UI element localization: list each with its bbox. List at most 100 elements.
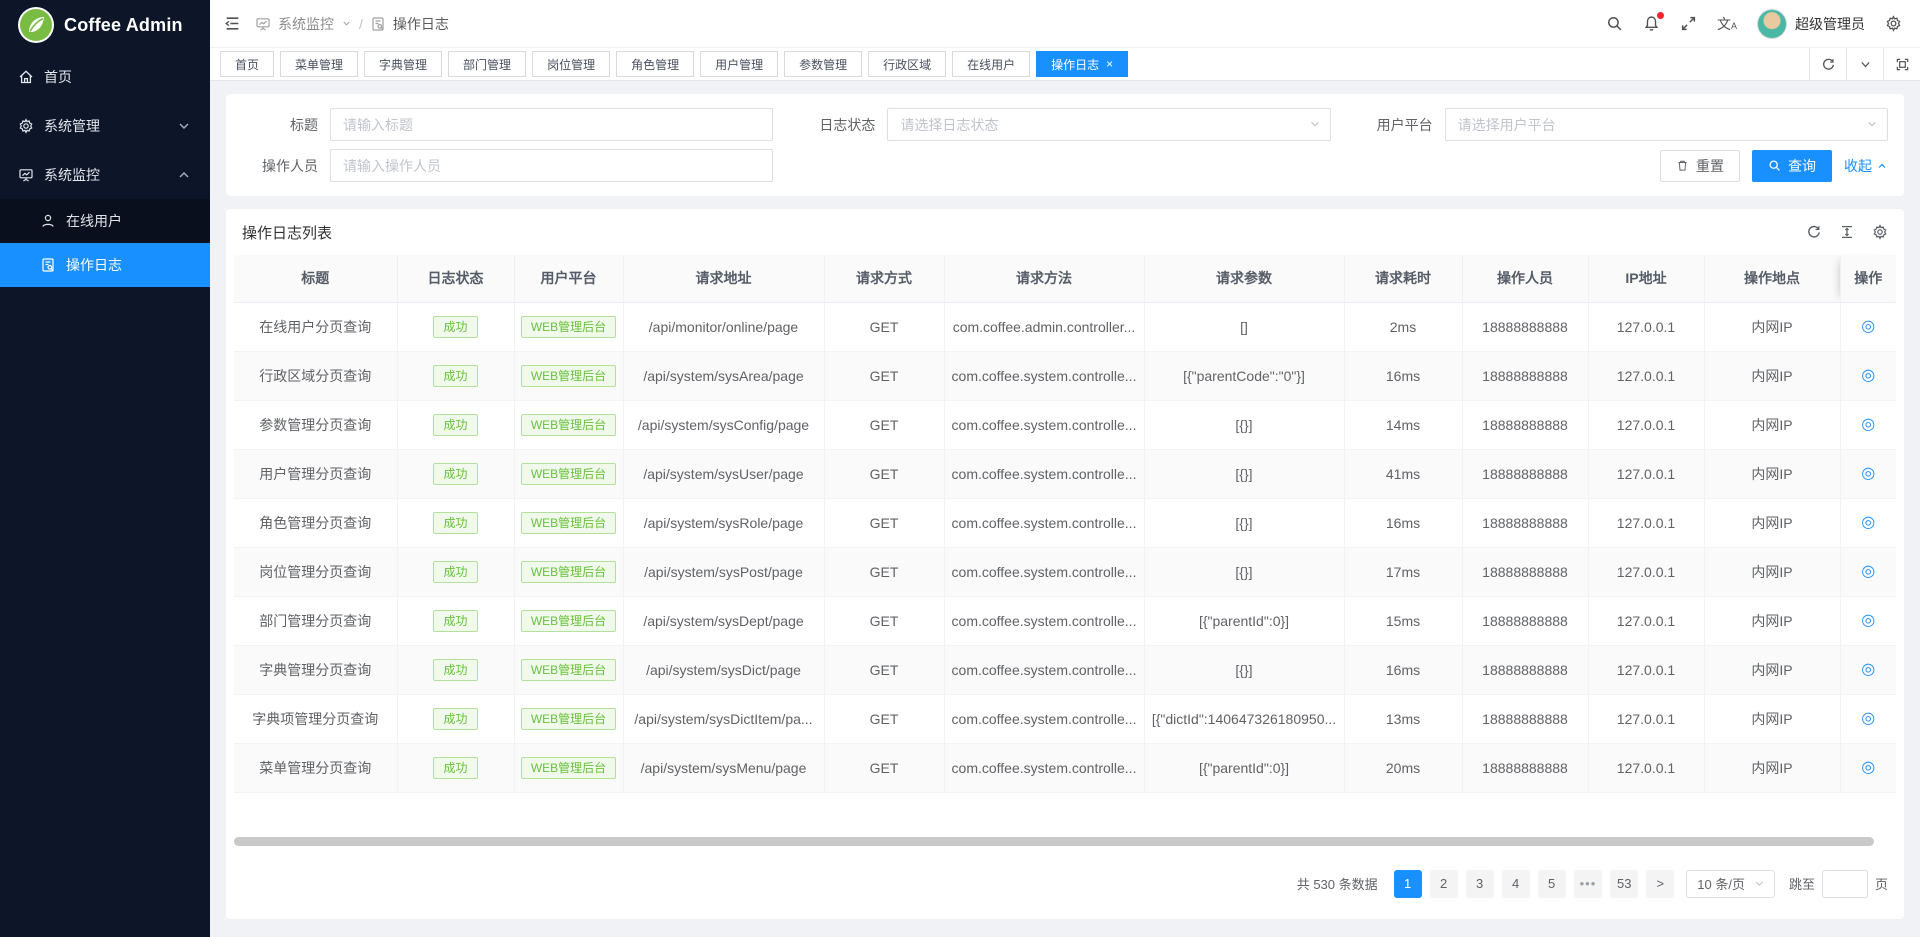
page-button-4[interactable]: 4 (1502, 870, 1530, 898)
user-menu[interactable]: 超级管理员 (1757, 9, 1865, 39)
next-page-button[interactable]: > (1646, 870, 1674, 898)
view-detail-eye-icon[interactable]: ◎ (1861, 367, 1875, 384)
column-header[interactable]: 标题 (234, 255, 397, 302)
view-detail-eye-icon[interactable]: ◎ (1861, 318, 1875, 335)
tab-item-0[interactable]: 首页 (220, 51, 274, 77)
tab-item-7[interactable]: 参数管理 (784, 51, 862, 77)
log-table: 标题日志状态用户平台请求地址请求方式请求方法请求参数请求耗时操作人员IP地址操作… (234, 255, 1896, 793)
tab-close-icon[interactable]: × (1106, 58, 1113, 70)
column-header[interactable]: 操作人员 (1462, 255, 1588, 302)
cell-location: 内网IP (1704, 351, 1840, 400)
tab-item-10[interactable]: 操作日志 × (1036, 51, 1128, 77)
cell-platform: WEB管理后台 (514, 400, 623, 449)
refresh-table-icon[interactable] (1806, 224, 1822, 240)
row-height-icon[interactable] (1839, 224, 1855, 240)
table-row: 行政区域分页查询成功WEB管理后台/api/system/sysArea/pag… (234, 351, 1896, 400)
cell-operator: 18888888888 (1462, 302, 1588, 351)
pagination: 共 530 条数据 12345•••53 > 10 条/页 跳至 页 (226, 870, 1904, 898)
view-detail-eye-icon[interactable]: ◎ (1861, 612, 1875, 629)
tab-item-3[interactable]: 部门管理 (448, 51, 526, 77)
tab-label: 行政区域 (883, 56, 931, 73)
column-header[interactable]: 操作 (1840, 255, 1896, 302)
platform-badge: WEB管理后台 (521, 659, 616, 681)
tab-item-1[interactable]: 菜单管理 (280, 51, 358, 77)
column-settings-gear-icon[interactable] (1872, 224, 1888, 240)
cell-location: 内网IP (1704, 743, 1840, 792)
tab-options-chevron-icon[interactable] (1846, 48, 1883, 80)
cell-method: GET (824, 547, 944, 596)
translate-icon[interactable]: 文A (1717, 17, 1737, 31)
cell-url: /api/system/sysDept/page (623, 596, 824, 645)
column-header[interactable]: 操作地点 (1704, 255, 1840, 302)
tab-item-8[interactable]: 行政区域 (868, 51, 946, 77)
log-status-select[interactable]: 请选择日志状态 (887, 108, 1330, 141)
tab-item-9[interactable]: 在线用户 (952, 51, 1030, 77)
column-header[interactable]: 请求地址 (623, 255, 824, 302)
search-button[interactable]: 查询 (1752, 150, 1832, 182)
column-header[interactable]: 日志状态 (397, 255, 514, 302)
column-header[interactable]: 请求方法 (944, 255, 1144, 302)
view-detail-eye-icon[interactable]: ◎ (1861, 514, 1875, 531)
cell-action: ◎ (1840, 351, 1896, 400)
platform-badge: WEB管理后台 (521, 512, 616, 534)
view-detail-eye-icon[interactable]: ◎ (1861, 563, 1875, 580)
tab-label: 操作日志 (1051, 56, 1099, 73)
page-button-1[interactable]: 1 (1394, 870, 1422, 898)
sidebar: Coffee Admin 首页 系统管理 系统监控 在线用户 (0, 0, 210, 937)
settings-gear-icon[interactable] (1885, 15, 1902, 32)
platform-badge: WEB管理后台 (521, 463, 616, 485)
column-header[interactable]: 用户平台 (514, 255, 623, 302)
jump-to-page-input[interactable] (1822, 870, 1868, 898)
view-detail-eye-icon[interactable]: ◎ (1861, 710, 1875, 727)
tab-item-2[interactable]: 字典管理 (364, 51, 442, 77)
search-icon[interactable] (1606, 15, 1623, 32)
platform-badge: WEB管理后台 (521, 757, 616, 779)
sidebar-item-system-management[interactable]: 系统管理 (0, 101, 210, 150)
chevron-down-icon (341, 18, 352, 29)
tab-item-4[interactable]: 岗位管理 (532, 51, 610, 77)
cell-operator: 18888888888 (1462, 547, 1588, 596)
column-header[interactable]: 请求方式 (824, 255, 944, 302)
collapse-filters-link[interactable]: 收起 (1844, 156, 1888, 176)
cell-platform: WEB管理后台 (514, 449, 623, 498)
sidebar-item-online-users[interactable]: 在线用户 (0, 199, 210, 243)
column-header[interactable]: 请求耗时 (1344, 255, 1462, 302)
cell-action: ◎ (1840, 498, 1896, 547)
fullscreen-icon[interactable] (1680, 15, 1697, 32)
cell-url: /api/system/sysConfig/page (623, 400, 824, 449)
app-logo[interactable]: Coffee Admin (0, 0, 210, 50)
page-button-5[interactable]: 5 (1538, 870, 1566, 898)
page-ellipsis[interactable]: ••• (1574, 870, 1603, 898)
view-detail-eye-icon[interactable]: ◎ (1861, 759, 1875, 776)
sidebar-item-system-monitor[interactable]: 系统监控 (0, 150, 210, 199)
page-button-3[interactable]: 3 (1466, 870, 1494, 898)
tab-controls (1809, 48, 1920, 80)
platform-badge: WEB管理后台 (521, 316, 616, 338)
operator-filter-input[interactable] (330, 149, 773, 182)
breadcrumb-parent[interactable]: 系统监控 (278, 14, 334, 34)
title-filter-input[interactable] (330, 108, 773, 141)
column-header[interactable]: IP地址 (1588, 255, 1704, 302)
sidebar-item-operation-log[interactable]: 操作日志 (0, 243, 210, 287)
page-size-select[interactable]: 10 条/页 (1686, 870, 1775, 898)
page-button-2[interactable]: 2 (1430, 870, 1458, 898)
cell-operator: 18888888888 (1462, 743, 1588, 792)
reset-button[interactable]: 重置 (1660, 150, 1740, 182)
notification-bell-icon[interactable] (1643, 15, 1660, 32)
view-detail-eye-icon[interactable]: ◎ (1861, 416, 1875, 433)
collapse-sidebar-icon[interactable] (224, 15, 241, 32)
horizontal-scrollbar[interactable] (234, 837, 1874, 846)
cell-method: GET (824, 694, 944, 743)
sidebar-item-home[interactable]: 首页 (0, 52, 210, 101)
refresh-tab-icon[interactable] (1809, 48, 1846, 80)
page-button-53[interactable]: 53 (1610, 870, 1638, 898)
column-header[interactable]: 请求参数 (1144, 255, 1344, 302)
view-detail-eye-icon[interactable]: ◎ (1861, 661, 1875, 678)
platform-select[interactable]: 请选择用户平台 (1445, 108, 1888, 141)
chevron-down-icon (1308, 117, 1322, 131)
view-detail-eye-icon[interactable]: ◎ (1861, 465, 1875, 482)
app-root: Coffee Admin 首页 系统管理 系统监控 在线用户 (0, 0, 1920, 937)
maximize-content-icon[interactable] (1883, 48, 1920, 80)
tab-item-5[interactable]: 角色管理 (616, 51, 694, 77)
tab-item-6[interactable]: 用户管理 (700, 51, 778, 77)
